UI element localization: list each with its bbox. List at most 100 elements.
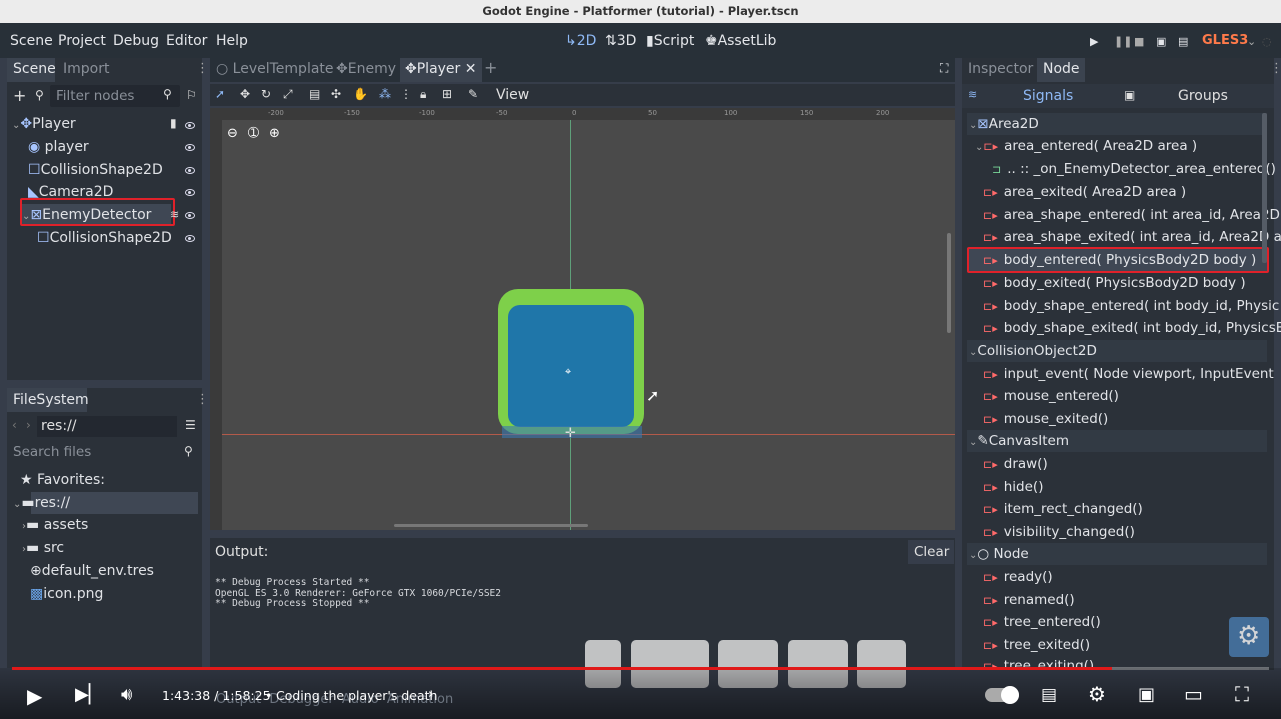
signal-area-exited[interactable]: ⊏▸ area_exited( Area2D area ) [983, 181, 1186, 203]
menu-editor[interactable]: Editor [166, 33, 207, 49]
path-field[interactable]: res:// [37, 416, 177, 437]
forward-icon[interactable]: › [26, 418, 31, 432]
menu-debug[interactable]: Debug [113, 33, 159, 49]
signal-connection[interactable]: ⊐.. :: _on_EnemyDetector_area_entered() [992, 158, 1276, 180]
signal-visibility-changed[interactable]: ⊏▸ visibility_changed() [983, 521, 1135, 543]
rotate-tool-icon[interactable]: ↻ [261, 87, 271, 101]
zoom-reset-icon[interactable]: ➀ [248, 126, 259, 141]
scrollbar-vertical[interactable] [947, 233, 951, 333]
tab-player[interactable]: ✥Player ✕ [405, 61, 477, 77]
tab-filesystem[interactable]: FileSystem [13, 392, 89, 408]
file-icon-png[interactable]: ▩icon.png [30, 586, 103, 608]
zoom-out-icon[interactable]: ⊖ [227, 126, 238, 141]
workspace-3d-button[interactable]: ⇅3D [605, 33, 636, 49]
script-attach-icon[interactable]: ⚐ [186, 88, 197, 102]
viewport-2d[interactable]: -200 -150 -100 -50 0 50 100 150 200 ⊖ ➀ … [210, 108, 955, 530]
signal-tree-exited[interactable]: ⊏▸ tree_exited() [983, 634, 1090, 656]
add-node-icon[interactable]: + [13, 86, 26, 105]
visibility-icon[interactable] [185, 212, 195, 219]
signal-mouse-entered[interactable]: ⊏▸ mouse_entered() [983, 385, 1119, 407]
stop-icon[interactable]: ■ [1134, 35, 1144, 48]
tab-inspector[interactable]: Inspector [968, 61, 1033, 77]
menu-help[interactable]: Help [216, 33, 248, 49]
close-icon[interactable]: ✕ [465, 61, 477, 77]
back-icon[interactable]: ‹ [12, 418, 17, 432]
file-default-env[interactable]: ⊕default_env.tres [30, 563, 154, 585]
section-canvasitem[interactable]: ⌄✎CanvasItem [967, 430, 1267, 452]
scrollbar-horizontal[interactable] [394, 524, 588, 527]
fullscreen-icon[interactable]: ⛶ [1235, 682, 1249, 706]
autoplay-toggle[interactable] [985, 686, 1019, 704]
signal-renamed[interactable]: ⊏▸ renamed() [983, 589, 1075, 611]
settings-gear-icon[interactable]: ⚙ [1088, 682, 1106, 706]
tab-enemy[interactable]: ✥Enemy [336, 61, 396, 77]
add-tab-button[interactable]: + [484, 58, 497, 77]
section-node[interactable]: ⌄○ Node [967, 543, 1267, 565]
tab-groups[interactable]: Groups [1178, 88, 1228, 104]
renderer-label[interactable]: GLES3 [1202, 33, 1248, 48]
visibility-icon[interactable] [185, 167, 195, 174]
signal-mouse-exited[interactable]: ⊏▸ mouse_exited() [983, 408, 1108, 430]
link-icon[interactable]: ⚲ [35, 88, 44, 102]
miniplayer-icon[interactable]: ▣ [1138, 684, 1155, 705]
signal-item-rect-changed[interactable]: ⊏▸ item_rect_changed() [983, 498, 1143, 520]
distraction-free-icon[interactable]: ⛶ [940, 61, 948, 76]
filter-nodes-input[interactable]: Filter nodes ⚲ [50, 85, 180, 107]
menu-scene[interactable]: Scene [10, 33, 53, 49]
pan-tool-icon[interactable]: ✋ [353, 87, 368, 101]
workspace-script-button[interactable]: ▮Script [646, 33, 694, 49]
view-menu[interactable]: View [496, 87, 529, 103]
res-root-item[interactable]: ⌄▬res:// [13, 495, 70, 517]
tab-signals[interactable]: Signals [1023, 88, 1073, 104]
subtitles-icon[interactable]: ▤ [1041, 685, 1057, 705]
signal-body-shape-exited[interactable]: ⊏▸ body_shape_exited( int body_id, Physic… [983, 317, 1281, 339]
section-collisionobject2d[interactable]: ⌄CollisionObject2D [967, 340, 1267, 362]
pause-icon[interactable]: ❚❚ [1114, 35, 1132, 48]
tree-node-player-root[interactable]: ⌄✥Player [12, 116, 76, 138]
tree-node-collisionshape[interactable]: ☐CollisionShape2D [28, 162, 163, 184]
menu-dots-icon[interactable]: ⋮ [400, 87, 412, 101]
visibility-icon[interactable] [185, 144, 195, 151]
signal-input-event[interactable]: ⊏▸ input_event( Node viewport, InputEvent [983, 363, 1274, 385]
group-icon[interactable]: ⊞ [442, 87, 452, 101]
visibility-icon[interactable] [185, 122, 195, 129]
move-tool-icon[interactable]: ✥ [240, 87, 250, 101]
select-tool-icon[interactable]: ➚ [215, 87, 225, 101]
pivot-icon[interactable]: ✣ [331, 87, 341, 101]
tab-node[interactable]: Node [1043, 61, 1080, 77]
split-view-icon[interactable]: ☰ [185, 418, 196, 432]
signal-draw[interactable]: ⊏▸ draw() [983, 453, 1048, 475]
volume-icon[interactable]: 🔊︎ [121, 684, 132, 705]
signal-body-shape-entered[interactable]: ⊏▸ body_shape_entered( int body_id, Physi… [983, 295, 1279, 317]
tab-scene[interactable]: Scene [13, 61, 56, 77]
signal-area-shape-entered[interactable]: ⊏▸ area_shape_entered( int area_id, Area2… [983, 204, 1280, 226]
signal-area-entered[interactable]: ⌄⊏▸ area_entered( Area2D area ) [975, 135, 1197, 157]
workspace-2d-button[interactable]: ↳2D [565, 33, 596, 49]
menu-dots-icon[interactable]: ⋮ [196, 61, 209, 76]
bones-icon[interactable]: ✎ [468, 87, 478, 101]
video-progress-track[interactable] [12, 667, 1269, 670]
tree-node-collisionshape-child[interactable]: ☐CollisionShape2D [37, 230, 172, 252]
menu-dots-icon[interactable]: ⋮ [196, 392, 209, 407]
chevron-down-icon[interactable]: ⌄ [1247, 35, 1256, 48]
scale-tool-icon[interactable]: ⤢ [283, 87, 293, 102]
clear-button[interactable]: Clear [908, 540, 954, 564]
menu-dots-icon[interactable]: ⋮ [1270, 61, 1281, 76]
scrollbar-vertical[interactable] [1262, 113, 1267, 263]
play-icon[interactable]: ▶ [1090, 35, 1098, 48]
signal-tree-entered[interactable]: ⊏▸ tree_entered() [983, 611, 1101, 633]
play-custom-icon[interactable]: ▤ [1178, 35, 1188, 48]
tab-import[interactable]: Import [63, 61, 109, 77]
signal-body-exited[interactable]: ⊏▸ body_exited( PhysicsBody2D body ) [983, 272, 1246, 294]
tree-node-player-sprite[interactable]: ◉ player [28, 139, 89, 161]
signal-icon[interactable]: ≋ [170, 208, 179, 221]
play-scene-icon[interactable]: ▣ [1156, 35, 1166, 48]
chapter-title[interactable]: Coding the player's death [276, 688, 437, 703]
search-files-input[interactable]: Search files ⚲ [7, 441, 202, 463]
workspace-assetlib-button[interactable]: ♚AssetLib [705, 33, 776, 49]
folder-src[interactable]: ›▬ src [22, 540, 64, 562]
play-button[interactable]: ▶ [27, 684, 42, 708]
signal-area-shape-exited[interactable]: ⊏▸ area_shape_exited( int area_id, Area2D… [983, 226, 1281, 248]
theater-mode-icon[interactable]: ▭ [1184, 682, 1203, 706]
favorites-item[interactable]: ★ Favorites: [20, 472, 105, 494]
